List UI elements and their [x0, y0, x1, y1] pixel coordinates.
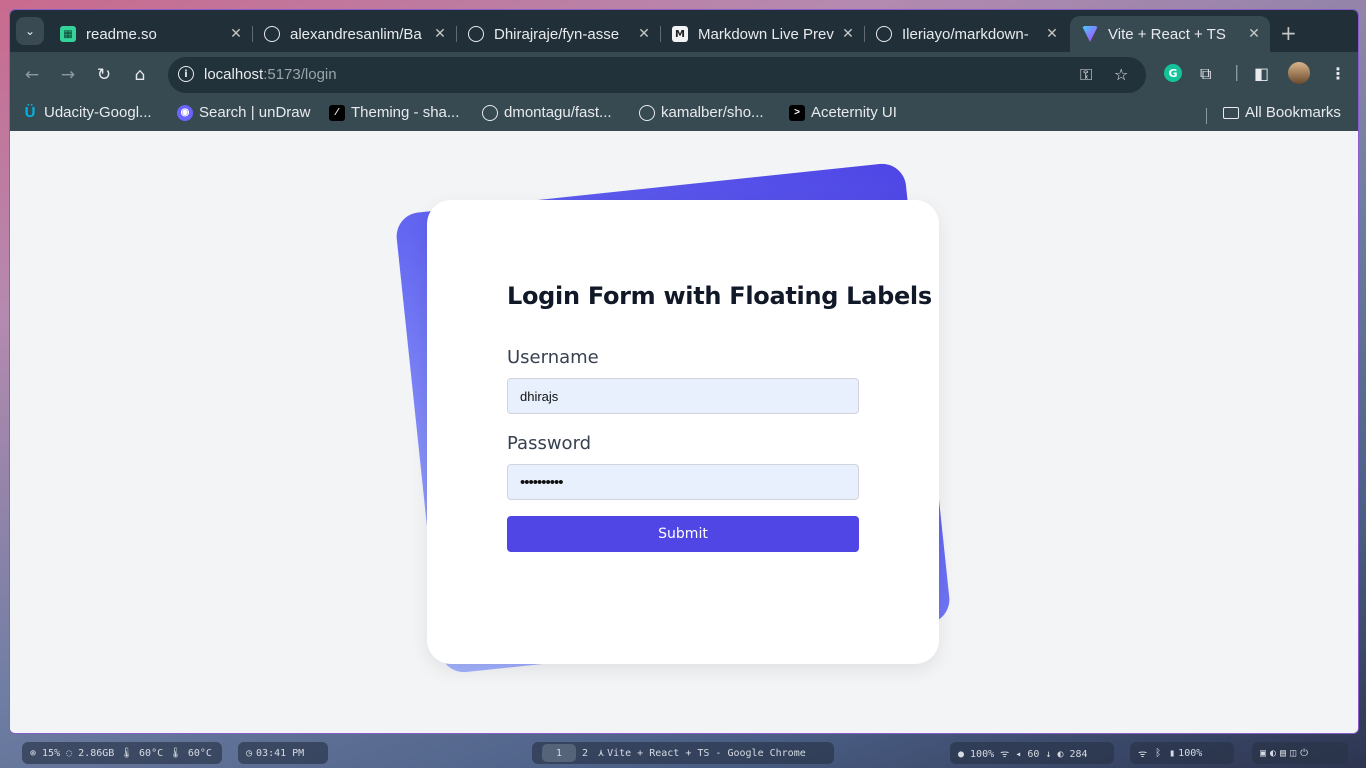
- site-info-icon[interactable]: i: [178, 66, 194, 82]
- github-icon: [482, 104, 498, 121]
- bookmark-aceternity[interactable]: > Aceternity UI: [789, 104, 897, 121]
- close-icon[interactable]: ✕: [1042, 26, 1062, 42]
- workspace-bar: 1 2 ⋏ Vite + React + TS - Google Chrome: [532, 742, 834, 764]
- close-icon[interactable]: ✕: [1244, 26, 1264, 42]
- toolbar: ← → ↻ ⌂ i localhost:5173/login ⚿ ☆ G ⧉ |…: [10, 52, 1358, 98]
- new-tab-icon[interactable]: +: [1280, 21, 1297, 45]
- bookmark-label: kamalber/sho...: [661, 104, 764, 121]
- toolbar-separator: |: [1234, 62, 1240, 81]
- battery-icon: ▮: [1169, 747, 1176, 759]
- forward-icon[interactable]: →: [56, 63, 80, 87]
- tab-title: Markdown Live Prev: [698, 25, 834, 43]
- tab-title: alexandresanlim/Ba: [290, 25, 422, 43]
- close-icon[interactable]: ✕: [634, 26, 654, 42]
- bookmarks-separator: [1206, 108, 1207, 124]
- window-title-icon: ⋏: [598, 747, 605, 759]
- tab-github-dhirajraje[interactable]: Dhirajraje/fyn-asse ✕: [456, 16, 661, 52]
- udacity-icon: Ü: [24, 104, 36, 121]
- grammarly-icon[interactable]: G: [1164, 64, 1182, 82]
- tab-github-ileriayo[interactable]: Ileriayo/markdown- ✕: [864, 16, 1068, 52]
- username-label: Username: [507, 347, 599, 368]
- undraw-icon: ◉: [177, 104, 193, 121]
- home-icon[interactable]: ⌂: [128, 63, 152, 87]
- bookmarks-bar: Ü Udacity-Googl... ◉ Search | unDraw ⁄ T…: [10, 98, 1358, 131]
- system-stats: ⊚ 15% ◌ 2.86GB 🌡 60°C 🌡 60°C: [22, 742, 222, 764]
- url-text[interactable]: localhost:5173/login: [204, 66, 337, 83]
- tab-search-button[interactable]: ⌄: [16, 17, 44, 45]
- menu-icon[interactable]: ⋮: [1330, 64, 1346, 83]
- bookmark-theming[interactable]: ⁄ Theming - sha...: [329, 104, 459, 121]
- github-icon: [468, 26, 484, 42]
- close-icon[interactable]: ✕: [430, 26, 450, 42]
- reload-icon[interactable]: ↻: [92, 63, 116, 87]
- side-panel-icon[interactable]: ◧: [1254, 64, 1269, 83]
- folder-icon: [1223, 106, 1239, 119]
- browser-window: ⌄ ▦ readme.so ✕ alexandresanlim/Ba ✕ Dhi…: [9, 9, 1359, 734]
- bookmark-star-icon[interactable]: ☆: [1114, 65, 1128, 84]
- page-content: Login Form with Floating Labels Username…: [10, 131, 1358, 733]
- clock-widget: ◷ 03:41 PM: [238, 742, 328, 764]
- url-host: localhost: [204, 66, 264, 83]
- active-window-title: Vite + React + TS - Google Chrome: [607, 747, 806, 759]
- bookmark-kamalber[interactable]: kamalber/sho...: [639, 104, 764, 121]
- bookmark-label: Aceternity UI: [811, 104, 897, 121]
- profile-avatar[interactable]: [1288, 62, 1310, 84]
- battery-level: 100%: [1178, 747, 1203, 759]
- workspace-2[interactable]: 2: [582, 748, 588, 759]
- all-bookmarks-button[interactable]: All Bookmarks: [1223, 104, 1341, 121]
- bookmark-undraw[interactable]: ◉ Search | unDraw: [177, 104, 310, 121]
- key-icon[interactable]: ⚿: [1080, 65, 1092, 85]
- submit-button[interactable]: Submit: [507, 516, 859, 552]
- tray-status: ᯤ ᛒ ▮ 100%: [1130, 742, 1234, 764]
- clock-icon: ◷: [246, 747, 253, 759]
- password-input[interactable]: [507, 464, 859, 500]
- tab-title: Ileriayo/markdown-: [902, 25, 1029, 43]
- bookmark-label: Theming - sha...: [351, 104, 460, 121]
- clock-time: 03:41 PM: [256, 747, 305, 759]
- system-status: ● 100% ᯤ ◂ 60 ↓ ◐ 284: [950, 742, 1114, 764]
- workspace-1[interactable]: 1: [542, 744, 576, 762]
- github-icon: [876, 26, 892, 42]
- bookmark-label: Search | unDraw: [199, 104, 311, 121]
- bookmark-dmontagu[interactable]: dmontagu/fast...: [482, 104, 612, 121]
- tab-github-alexandresanlim[interactable]: alexandresanlim/Ba ✕: [252, 16, 457, 52]
- tab-title: readme.so: [86, 25, 157, 43]
- system-taskbar: ⊚ 15% ◌ 2.86GB 🌡 60°C 🌡 60°C ◷ 03:41 PM …: [0, 740, 1366, 768]
- tab-strip: ⌄ ▦ readme.so ✕ alexandresanlim/Ba ✕ Dhi…: [10, 10, 1358, 52]
- github-icon: [639, 104, 655, 121]
- tab-markdown-live-preview[interactable]: M Markdown Live Prev ✕: [660, 16, 865, 52]
- bookmark-label: dmontagu/fast...: [504, 104, 612, 121]
- login-form-title: Login Form with Floating Labels: [507, 282, 932, 310]
- tab-vite-react[interactable]: Vite + React + TS ✕: [1070, 16, 1270, 52]
- close-icon[interactable]: ✕: [838, 26, 858, 42]
- back-icon[interactable]: ←: [20, 63, 44, 87]
- extensions-icon[interactable]: ⧉: [1200, 64, 1211, 84]
- bookmark-label: Udacity-Googl...: [44, 104, 152, 121]
- tab-title: Vite + React + TS: [1108, 25, 1226, 43]
- url-path: :5173/login: [263, 66, 337, 83]
- wifi-icon[interactable]: ᯤ: [1138, 746, 1147, 760]
- tray-icons[interactable]: ▣◐▤◫⏻: [1252, 742, 1348, 764]
- vite-icon: [1082, 26, 1098, 42]
- tab-readme[interactable]: ▦ readme.so ✕: [48, 16, 253, 52]
- bookmark-udacity[interactable]: Ü Udacity-Googl...: [22, 104, 152, 121]
- address-bar[interactable]: i localhost:5173/login ⚿ ☆: [168, 57, 1146, 93]
- login-card: Login Form with Floating Labels Username…: [427, 200, 939, 664]
- github-icon: [264, 26, 280, 42]
- all-bookmarks-label: All Bookmarks: [1245, 104, 1341, 121]
- tab-title: Dhirajraje/fyn-asse: [494, 25, 620, 43]
- close-icon[interactable]: ✕: [226, 26, 246, 42]
- markdown-icon: M: [672, 26, 688, 42]
- bluetooth-icon[interactable]: ᛒ: [1155, 748, 1161, 759]
- aceternity-icon: >: [789, 104, 805, 121]
- password-label: Password: [507, 433, 592, 454]
- shadcn-icon: ⁄: [329, 104, 345, 121]
- readme-icon: ▦: [60, 26, 76, 42]
- username-input[interactable]: [507, 378, 859, 414]
